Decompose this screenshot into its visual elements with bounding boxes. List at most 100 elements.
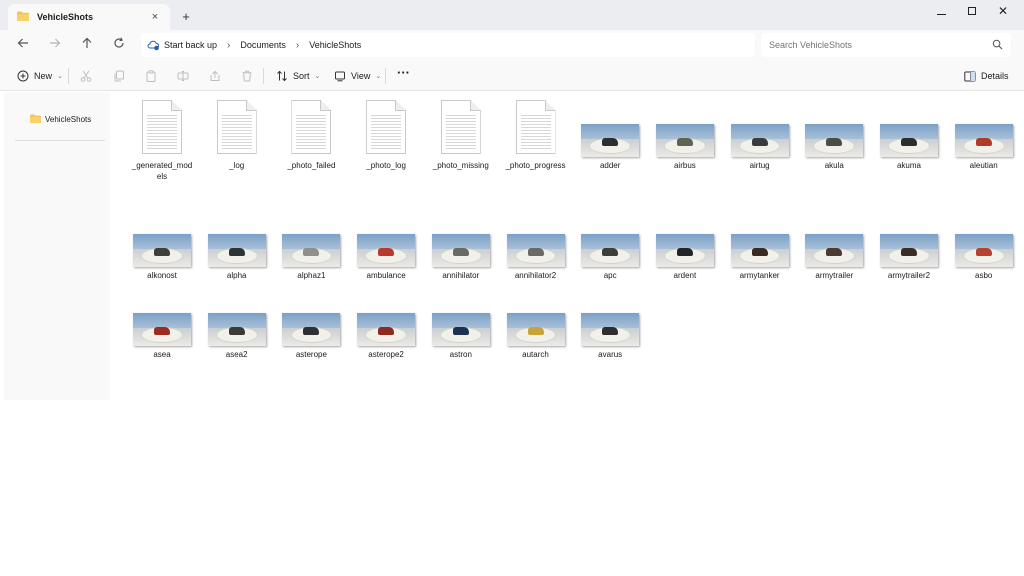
more-options-button[interactable]: ··· (397, 65, 410, 80)
view-button[interactable]: View ⌄ (334, 69, 381, 83)
search-input[interactable] (769, 40, 984, 50)
image-thumbnail (506, 234, 565, 267)
image-thumbnail (655, 124, 714, 157)
address-bar[interactable]: Start back up › Documents › VehicleShots (141, 33, 755, 57)
paste-button[interactable] (145, 69, 157, 83)
file-item-ambulance[interactable]: ambulance (349, 205, 423, 285)
file-item-asbo[interactable]: asbo (947, 205, 1021, 285)
page-fold (469, 100, 481, 111)
forward-button[interactable] (46, 37, 64, 53)
file-item-asea[interactable]: asea (125, 284, 199, 364)
breadcrumb-start-back-up[interactable]: Start back up (164, 40, 217, 50)
document-icon (440, 100, 481, 154)
view-icon (335, 71, 345, 82)
sidebar-item-label: VehicleShots (45, 115, 92, 124)
search-icon[interactable] (992, 39, 1003, 50)
file-item-akuma[interactable]: akuma (872, 92, 946, 172)
file-name-label: apc (573, 270, 647, 281)
image-thumbnail (282, 234, 341, 267)
file-name-label: akuma (872, 160, 946, 171)
cut-button[interactable] (80, 69, 92, 83)
file-item-alkonost[interactable]: alkonost (125, 205, 199, 285)
file-item-akula[interactable]: akula (797, 92, 871, 172)
file-item-armytrailer2[interactable]: armytrailer2 (872, 205, 946, 285)
file-item-alpha[interactable]: alpha (200, 205, 274, 285)
document-lines (445, 115, 476, 151)
image-thumbnail (880, 234, 938, 267)
image-thumbnail (581, 124, 640, 157)
file-item-airbus[interactable]: airbus (648, 92, 722, 172)
file-item-_photo_failed[interactable]: _photo_failed (274, 92, 348, 172)
file-name-line: armytanker (739, 271, 780, 280)
file-item-asea2[interactable]: asea2 (200, 284, 274, 364)
tab-close-button[interactable]: × (148, 10, 162, 24)
close-icon: ✕ (997, 4, 1009, 18)
file-item-annihilator2[interactable]: annihilator2 (499, 205, 573, 285)
file-item-alphaz1[interactable]: alphaz1 (274, 205, 348, 285)
file-item-_generated_models[interactable]: _generated_mod els (125, 92, 199, 181)
view-label: View (351, 71, 371, 81)
plus-circle-icon (17, 70, 29, 82)
file-item-avarus[interactable]: avarus (573, 284, 647, 364)
document-lines (221, 115, 252, 151)
image-thumbnail (581, 234, 640, 267)
file-item-_photo_log[interactable]: _photo_log (349, 92, 423, 172)
file-item-_log[interactable]: _log (200, 92, 274, 172)
maximize-button[interactable] (956, 2, 988, 20)
vehicle-shape (228, 248, 245, 256)
delete-button[interactable] (241, 69, 253, 83)
new-tab-button[interactable]: + (177, 8, 195, 26)
file-name-label: _photo_failed (274, 160, 348, 171)
file-item-autarch[interactable]: autarch (499, 284, 573, 364)
new-button[interactable]: New ⌄ (17, 69, 63, 83)
file-name-line: alkonost (147, 271, 177, 280)
chevron-right-icon[interactable]: › (227, 40, 230, 51)
file-item-astron[interactable]: astron (424, 284, 498, 364)
file-item-_photo_progress[interactable]: _photo_progress (499, 92, 573, 172)
page-fold (245, 100, 257, 111)
scissors-icon (80, 70, 92, 82)
file-item-asterope2[interactable]: asterope2 (349, 284, 423, 364)
title-bar: VehicleShots × + ✕ (0, 0, 1024, 30)
chevron-right-icon[interactable]: › (296, 40, 299, 51)
sidebar-item-vehicleshots[interactable]: VehicleShots (30, 114, 91, 125)
breadcrumb-vehicleshots[interactable]: VehicleShots (309, 40, 361, 50)
file-item-aleutian[interactable]: aleutian (947, 92, 1021, 172)
refresh-button[interactable] (110, 37, 128, 53)
vehicle-shape (378, 248, 395, 256)
file-item-_photo_missing[interactable]: _photo_missing (424, 92, 498, 172)
image-thumbnail (581, 313, 640, 346)
file-item-apc[interactable]: apc (573, 205, 647, 285)
details-pane-button[interactable]: Details (964, 69, 1009, 83)
file-name-line: astron (449, 350, 472, 359)
file-item-asterope[interactable]: asterope (274, 284, 348, 364)
minimize-button[interactable] (925, 2, 957, 20)
file-item-ardent[interactable]: ardent (648, 205, 722, 285)
file-name-label: adder (573, 160, 647, 171)
share-button[interactable] (209, 69, 221, 83)
rename-button[interactable] (177, 69, 189, 83)
file-item-adder[interactable]: adder (573, 92, 647, 172)
up-button[interactable] (78, 37, 96, 53)
file-name-label: asterope (274, 349, 348, 360)
details-pane-icon (964, 71, 976, 81)
search-box[interactable] (761, 33, 1011, 57)
breadcrumb-documents[interactable]: Documents (240, 40, 286, 50)
file-item-armytanker[interactable]: armytanker (723, 205, 797, 285)
file-name-line: asea (153, 350, 171, 359)
back-button[interactable] (14, 37, 32, 53)
close-window-button[interactable]: ✕ (987, 2, 1019, 20)
file-name-line: asea2 (225, 350, 248, 359)
chevron-down-icon: ⌄ (375, 73, 382, 80)
sort-button[interactable]: Sort ⌄ (276, 69, 320, 83)
file-item-annihilator[interactable]: annihilator (424, 205, 498, 285)
file-item-airtug[interactable]: airtug (723, 92, 797, 172)
vehicle-shape (228, 327, 245, 335)
file-name-line: avarus (598, 350, 623, 359)
file-name-line: asterope (295, 350, 327, 359)
tab-vehicleshots[interactable]: VehicleShots × (8, 4, 170, 30)
vehicle-shape (826, 138, 843, 146)
file-item-armytrailer[interactable]: armytrailer (797, 205, 871, 285)
copy-button[interactable] (113, 69, 125, 83)
toolbar-divider (385, 68, 386, 84)
